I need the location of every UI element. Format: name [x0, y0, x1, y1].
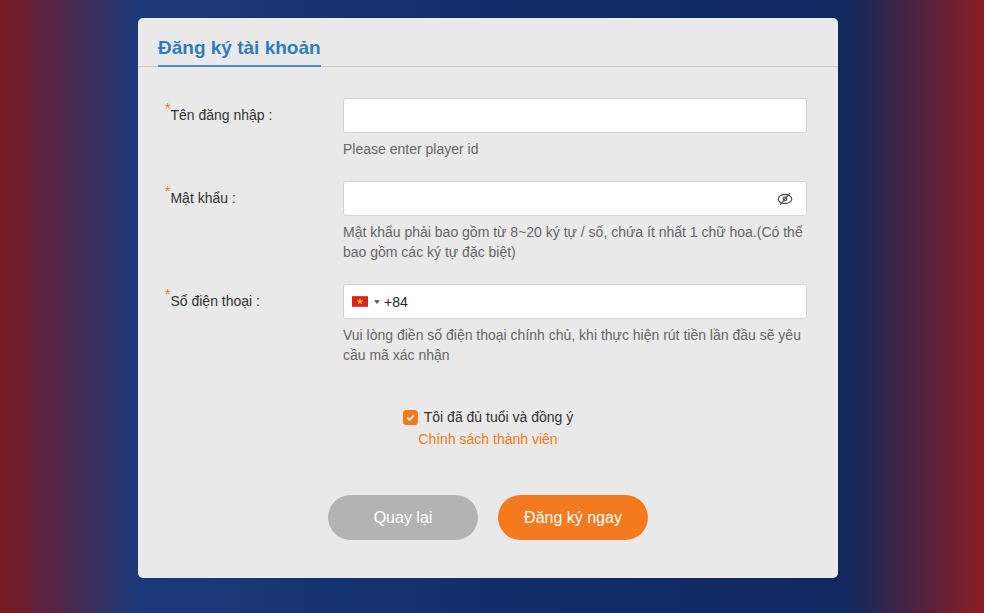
country-select[interactable] — [344, 296, 380, 307]
vietnam-flag-icon — [352, 296, 368, 307]
label-text: Mật khẩu : — [170, 189, 235, 207]
back-button[interactable]: Quay lại — [328, 495, 478, 540]
agreement: Tôi đã đủ tuổi và đồng ý Chính sách thàn… — [138, 409, 838, 449]
field-hint: Vui lòng điền số điện thoại chính chủ, k… — [343, 325, 807, 365]
dialog-title: Đăng ký tài khoản — [158, 35, 321, 67]
field-label: * Tên đăng nhập : — [165, 98, 343, 159]
field-label: * Số điện thoại : — [165, 284, 343, 365]
password-box — [343, 181, 807, 216]
label-text: Tên đăng nhập : — [170, 106, 272, 124]
password-input[interactable] — [344, 183, 776, 215]
field-control: Vui lòng điền số điện thoại chính chủ, k… — [343, 284, 807, 365]
label-text: Số điện thoại : — [170, 292, 260, 310]
policy-link[interactable]: Chính sách thành viên — [418, 429, 557, 449]
username-input[interactable] — [344, 100, 806, 132]
field-control: Mật khẩu phải bao gồm từ 8~20 ký tự / số… — [343, 181, 807, 262]
required-mark: * — [165, 289, 170, 299]
field-label: * Mật khẩu : — [165, 181, 343, 262]
agreement-checkbox[interactable]: Tôi đã đủ tuổi và đồng ý — [403, 409, 573, 425]
button-row: Quay lại Đăng ký ngay — [138, 495, 838, 540]
dialog-header: Đăng ký tài khoản — [138, 18, 838, 67]
eye-slash-icon[interactable] — [776, 190, 794, 208]
register-button[interactable]: Đăng ký ngay — [498, 495, 648, 540]
field-control: Please enter player id — [343, 98, 807, 159]
required-mark: * — [165, 186, 170, 196]
field-hint: Please enter player id — [343, 139, 807, 159]
phone-box — [343, 284, 807, 319]
register-dialog: Đăng ký tài khoản * Tên đăng nhập : Plea… — [138, 18, 838, 578]
check-icon — [405, 412, 416, 423]
register-form: * Tên đăng nhập : Please enter player id… — [138, 98, 838, 365]
required-mark: * — [165, 103, 170, 113]
agreement-text: Tôi đã đủ tuổi và đồng ý — [424, 409, 573, 425]
field-hint: Mật khẩu phải bao gồm từ 8~20 ký tự / số… — [343, 222, 807, 262]
text-box — [343, 98, 807, 133]
phone-input[interactable] — [380, 286, 806, 318]
page-background: Đăng ký tài khoản * Tên đăng nhập : Plea… — [0, 0, 984, 613]
checkbox[interactable] — [403, 410, 418, 425]
